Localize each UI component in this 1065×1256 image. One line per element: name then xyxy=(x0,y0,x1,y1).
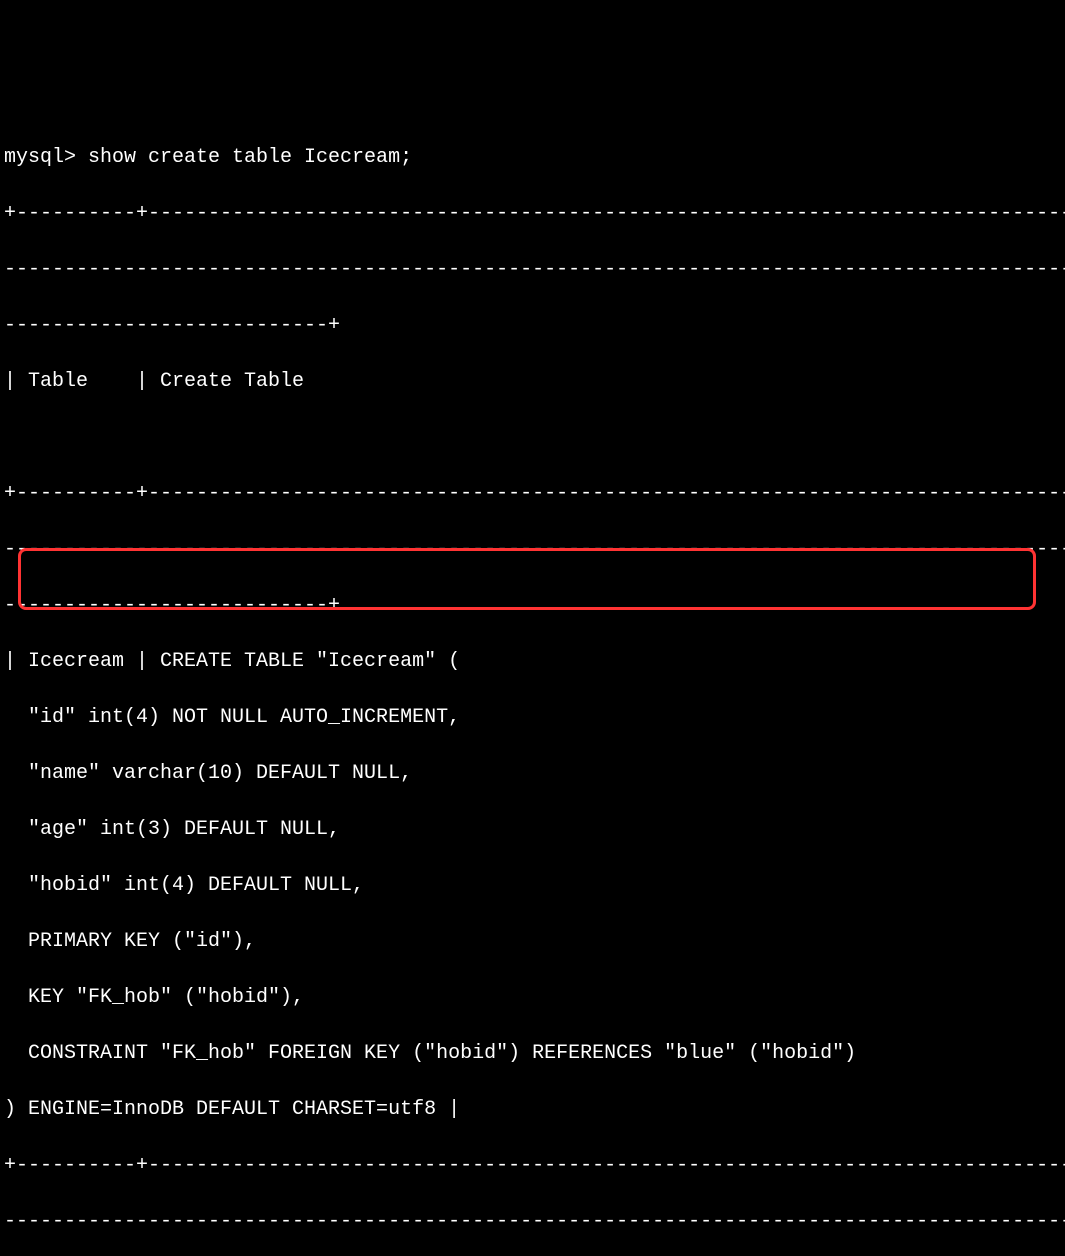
divider: ---------------------------+ xyxy=(4,592,1061,620)
divider: +----------+----------------------------… xyxy=(4,200,1061,228)
terminal-output: mysql> show create table Icecream; +----… xyxy=(4,116,1061,1256)
divider: +----------+----------------------------… xyxy=(4,480,1061,508)
create-table-line: | Icecream | CREATE TABLE "Icecream" ( xyxy=(4,648,1061,676)
divider: ---------------------------+ xyxy=(4,312,1061,340)
divider: ----------------------------------------… xyxy=(4,256,1061,284)
divider: ----------------------------------------… xyxy=(4,1208,1061,1236)
create-table-line: "id" int(4) NOT NULL AUTO_INCREMENT, xyxy=(4,704,1061,732)
create-table-line: "name" varchar(10) DEFAULT NULL, xyxy=(4,760,1061,788)
create-table-line: CONSTRAINT "FK_hob" FOREIGN KEY ("hobid"… xyxy=(4,1040,1061,1068)
divider: ----------------------------------------… xyxy=(4,536,1061,564)
create-table-line: "hobid" int(4) DEFAULT NULL, xyxy=(4,872,1061,900)
prompt-line: mysql> show create table Icecream; xyxy=(4,144,1061,172)
divider: +----------+----------------------------… xyxy=(4,1152,1061,1180)
create-table-line: KEY "FK_hob" ("hobid"), xyxy=(4,984,1061,1012)
create-table-line: PRIMARY KEY ("id"), xyxy=(4,928,1061,956)
create-table-line: ) ENGINE=InnoDB DEFAULT CHARSET=utf8 | xyxy=(4,1096,1061,1124)
create-table-line: "age" int(3) DEFAULT NULL, xyxy=(4,816,1061,844)
table-header: | Table | Create Table xyxy=(4,368,1061,396)
